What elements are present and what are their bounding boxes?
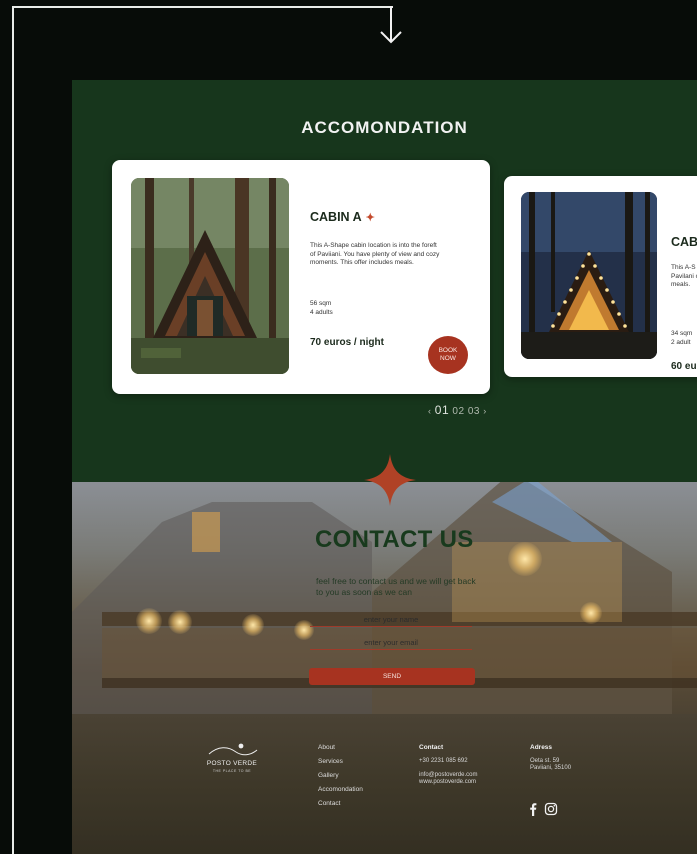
contact-title: CONTACT US <box>315 526 474 553</box>
brand-name: POSTO VERDE <box>206 760 258 767</box>
light-glow <box>168 610 192 634</box>
book-label-line1: BOOK <box>438 347 458 354</box>
accommodation-title: ACCOMONDATION <box>301 118 468 137</box>
card-area: 34 sqm <box>671 330 693 337</box>
light-glow <box>580 602 602 624</box>
sparkle-icon: ✦ <box>365 212 375 224</box>
pager-next-button[interactable]: › <box>483 406 487 416</box>
send-button[interactable]: SEND <box>309 668 475 685</box>
pager-page-3[interactable]: 03 <box>468 406 480 417</box>
footer-nav: About Services Gallery Accomondation Con… <box>318 744 363 814</box>
footer-link-about[interactable]: About <box>318 744 363 758</box>
book-label-line2: NOW <box>440 355 456 362</box>
email-input[interactable]: enter your email <box>310 637 472 650</box>
card-capacity: 2 adult <box>671 338 691 346</box>
logo-icon <box>208 743 258 756</box>
cabin-a-photo <box>131 178 289 374</box>
flow-line-top <box>12 6 393 8</box>
cabin-card[interactable]: CABIN A ✦ This A-Shape cabin location is … <box>112 160 490 394</box>
footer-contact-heading: Contact <box>419 744 444 751</box>
light-glow <box>136 608 162 634</box>
carousel-pager: ‹ 01 02 03 › <box>428 403 487 417</box>
footer-email[interactable]: info@postoverde.com <box>419 772 477 779</box>
footer-website[interactable]: www.postoverde.com <box>419 779 476 786</box>
pager-page-1[interactable]: 01 <box>435 403 449 417</box>
brand-tagline: THE PLACE TO BE <box>212 769 252 773</box>
flow-line-left <box>12 6 14 854</box>
footer-link-gallery[interactable]: Gallery <box>318 772 363 786</box>
site-footer: POSTO VERDE THE PLACE TO BE About Servic… <box>72 714 697 854</box>
pager-prev-button[interactable]: ‹ <box>428 406 432 416</box>
footer-link-contact[interactable]: Contact <box>318 800 363 814</box>
facebook-icon[interactable] <box>526 802 540 816</box>
card-title: CABI <box>671 235 697 249</box>
pager-page-2[interactable]: 02 <box>452 406 464 417</box>
arrow-down-icon <box>380 6 402 44</box>
book-now-button[interactable]: BOOK NOW <box>428 336 468 374</box>
card-area: 56 sqm <box>310 300 332 307</box>
footer-street: Oeta st. 59 <box>530 758 560 764</box>
name-input[interactable]: enter your name <box>310 614 472 627</box>
light-glow <box>508 542 542 576</box>
accommodation-section: ACCOMONDATION CABIN A ✦ This A-Shape cab… <box>72 80 697 482</box>
card-description: This A-Shape cabin location is into the … <box>310 242 440 266</box>
footer-city: Paviiani, 35100 <box>530 765 572 771</box>
card-specs: 34 sqm 2 adult <box>671 330 692 347</box>
footer-link-accommodation[interactable]: Accomondation <box>318 786 363 800</box>
card-specs: 56 sqm 4 adults <box>310 300 333 317</box>
star-divider-icon <box>364 454 416 506</box>
light-glow <box>242 614 264 636</box>
cabin-b-photo <box>521 192 657 359</box>
card-price: 70 euros / night <box>310 337 384 348</box>
contact-text: feel free to contact us and we will get … <box>316 576 476 597</box>
cabin-card[interactable]: CABI This A-S tion is in Pavilani of vie… <box>504 176 697 377</box>
card-description: This A-S tion is in Pavilani of view men… <box>671 264 697 288</box>
contact-section: CONTACT US feel free to contact us and w… <box>72 482 697 714</box>
footer-address-heading: Adress <box>530 744 553 751</box>
footer-link-services[interactable]: Services <box>318 758 363 772</box>
card-price: 60 eu <box>671 361 697 372</box>
instagram-icon[interactable] <box>544 802 558 816</box>
card-capacity: 4 adults <box>310 308 333 316</box>
card-title: CABIN A ✦ <box>310 210 375 224</box>
footer-phone[interactable]: +30 2231 085 692 <box>419 758 468 765</box>
